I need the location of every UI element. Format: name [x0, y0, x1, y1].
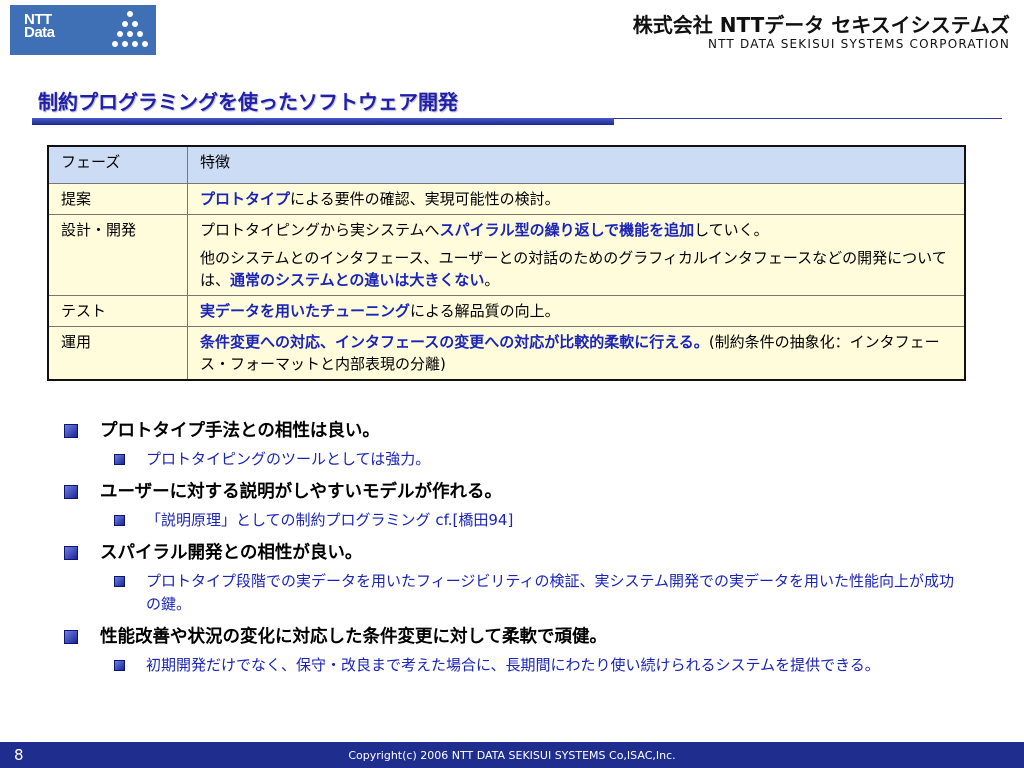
table-row: 提案 プロトタイプによる要件の確認、実現可能性の検討。 — [47, 183, 966, 215]
company-logo: NTT Data — [10, 5, 156, 55]
header-phase: フェーズ — [47, 145, 188, 184]
sub-bullet-item: プロトタイプ段階での実データを用いたフィージビリティの検証、実システム開発での実… — [64, 570, 956, 616]
bullet-text: 性能改善や状況の変化に対応した条件変更に対して柔軟で頑健。 — [100, 627, 607, 647]
sub-bullet-item: プロトタイピングのツールとしては強力。 — [64, 448, 956, 471]
bullet-item: スパイラル開発との相性が良い。 — [64, 540, 964, 566]
copyright-text: Copyright(c) 2006 NTT DATA SEKISUI SYSTE… — [348, 749, 676, 762]
plain-text: 。 — [484, 271, 500, 289]
feature-cell: プロトタイプによる要件の確認、実現可能性の検討。 — [187, 183, 966, 215]
feature-text: 実データを用いたチューニングによる解品質の向上。 — [200, 300, 954, 322]
sub-bullet-item: 「説明原理」としての制約プログラミング cf.[橋田94] — [64, 509, 956, 532]
bullet-item: ユーザーに対する説明がしやすいモデルが作れる。 — [64, 479, 964, 505]
feature-cell: プロトタイピングから実システムへスパイラル型の繰り返しで機能を追加していく。 他… — [187, 214, 966, 296]
emphasis-text: プロトタイプ — [200, 190, 291, 208]
square-bullet-icon — [114, 515, 125, 526]
slide-title: 制約プログラミングを使ったソフトウェア開発 — [38, 90, 458, 114]
phase-cell: テスト — [47, 295, 188, 327]
emphasis-text: 条件変更への対応、インタフェースの変更への対応が比較的柔軟に行える。 — [200, 333, 709, 351]
title-underline-bar — [32, 118, 614, 125]
bullet-list: プロトタイプ手法との相性は良い。 プロトタイピングのツールとしては強力。 ユーザ… — [64, 418, 964, 685]
plain-text: による解品質の向上。 — [410, 302, 560, 320]
company-name-en: NTT DATA SEKISUI SYSTEMS CORPORATION — [707, 37, 1010, 51]
logo-text: NTT Data — [24, 12, 55, 41]
plain-text: による要件の確認、実現可能性の検討。 — [290, 190, 560, 208]
emphasis-text: 通常のシステムとの違いは大きくない — [230, 271, 485, 289]
sub-bullet-text: 初期開発だけでなく、保守・改良まで考えた場合に、長期間にわたり使い続けられるシス… — [146, 656, 880, 674]
feature-text: 他のシステムとのインタフェース、ユーザーとの対話のためのグラフィカルインタフェー… — [200, 247, 954, 291]
bullet-text: スパイラル開発との相性が良い。 — [100, 543, 363, 563]
emphasis-text: スパイラル型の繰り返しで機能を追加 — [439, 221, 695, 239]
square-bullet-icon — [64, 485, 78, 499]
phase-table: フェーズ 特徴 提案 プロトタイプによる要件の確認、実現可能性の検討。 設計・開… — [47, 145, 966, 381]
square-bullet-icon — [64, 424, 78, 438]
square-bullet-icon — [114, 454, 125, 465]
feature-text: 条件変更への対応、インタフェースの変更への対応が比較的柔軟に行える。(制約条件の… — [200, 331, 954, 375]
logo-dots-icon — [112, 11, 148, 47]
sub-bullet-text: 「説明原理」としての制約プログラミング cf.[橋田94] — [146, 511, 514, 529]
title-underline-line — [614, 118, 1002, 119]
logo-line-2: Data — [24, 24, 55, 41]
feature-cell: 実データを用いたチューニングによる解品質の向上。 — [187, 295, 966, 327]
table-header-row: フェーズ 特徴 — [47, 145, 966, 184]
bullet-item: 性能改善や状況の変化に対応した条件変更に対して柔軟で頑健。 — [64, 624, 964, 650]
bullet-text: プロトタイプ手法との相性は良い。 — [100, 421, 380, 441]
phase-cell: 運用 — [47, 326, 188, 381]
feature-cell: 条件変更への対応、インタフェースの変更への対応が比較的柔軟に行える。(制約条件の… — [187, 326, 966, 381]
sub-bullet-text: プロトタイピングのツールとしては強力。 — [146, 450, 431, 468]
sub-bullet-item: 初期開発だけでなく、保守・改良まで考えた場合に、長期間にわたり使い続けられるシス… — [64, 654, 956, 677]
header-feature: 特徴 — [187, 145, 966, 184]
phase-cell: 提案 — [47, 183, 188, 215]
footer-bar: 8 Copyright(c) 2006 NTT DATA SEKISUI SYS… — [0, 742, 1024, 768]
square-bullet-icon — [64, 546, 78, 560]
bullet-item: プロトタイプ手法との相性は良い。 — [64, 418, 964, 444]
square-bullet-icon — [114, 660, 125, 671]
plain-text: していく。 — [694, 221, 769, 239]
table-row: テスト 実データを用いたチューニングによる解品質の向上。 — [47, 295, 966, 327]
plain-text: プロトタイピングから実システムへ — [200, 221, 440, 239]
table-row: 運用 条件変更への対応、インタフェースの変更への対応が比較的柔軟に行える。(制約… — [47, 326, 966, 381]
feature-text: プロトタイピングから実システムへスパイラル型の繰り返しで機能を追加していく。 — [200, 219, 954, 241]
table-row: 設計・開発 プロトタイピングから実システムへスパイラル型の繰り返しで機能を追加し… — [47, 214, 966, 296]
square-bullet-icon — [64, 630, 78, 644]
emphasis-text: 実データを用いたチューニング — [200, 302, 411, 320]
feature-text: プロトタイプによる要件の確認、実現可能性の検討。 — [200, 188, 954, 210]
square-bullet-icon — [114, 576, 125, 587]
company-name-jp: 株式会社 NTTデータ セキスイシステムズ — [632, 13, 1010, 37]
bullet-text: ユーザーに対する説明がしやすいモデルが作れる。 — [100, 482, 502, 502]
sub-bullet-text: プロトタイプ段階での実データを用いたフィージビリティの検証、実システム開発での実… — [146, 572, 955, 613]
phase-cell: 設計・開発 — [47, 214, 188, 296]
